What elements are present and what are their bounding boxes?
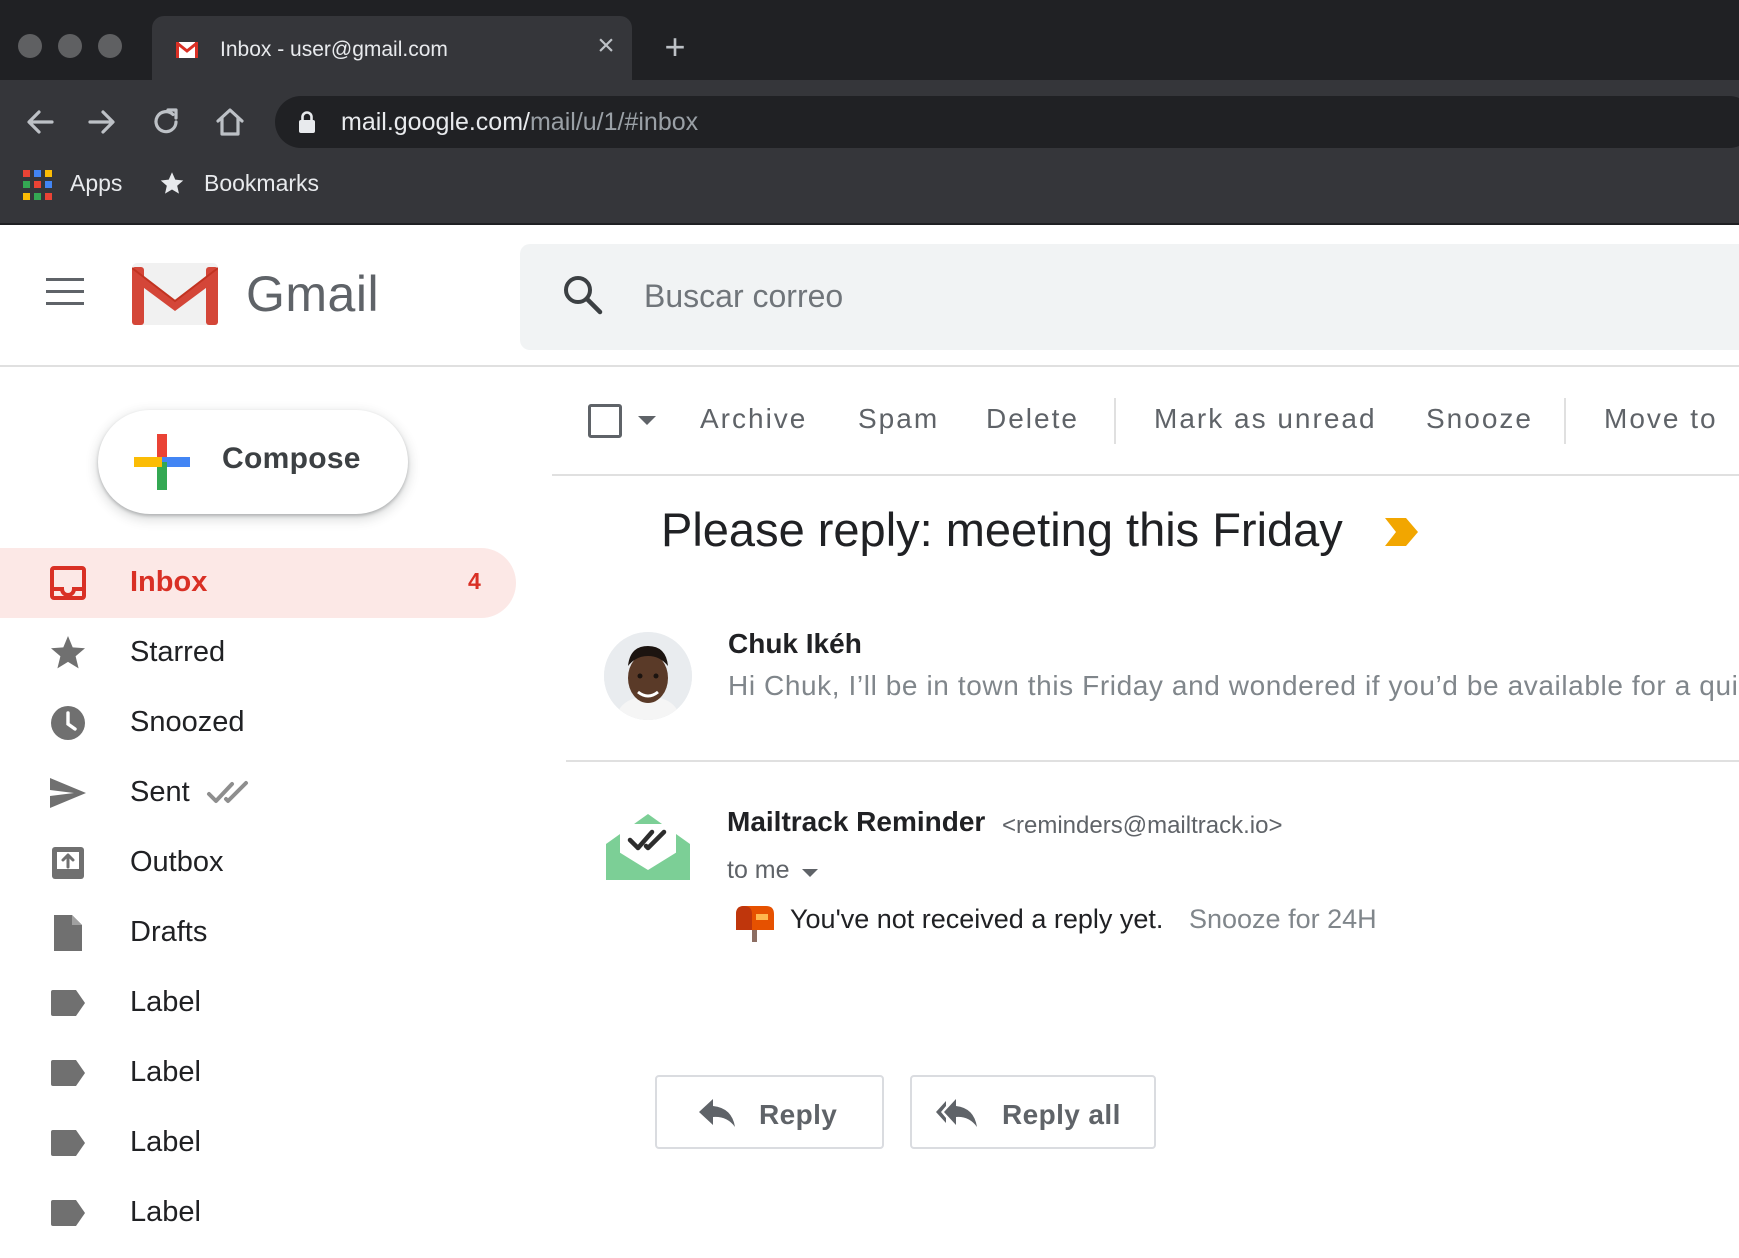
sidebar-item-label-3[interactable]: Label [0, 1108, 516, 1178]
address-bar[interactable]: mail.google.com/mail/u/1/#inbox [275, 96, 1739, 148]
star-icon[interactable] [158, 170, 186, 197]
importance-marker-icon[interactable] [1384, 516, 1420, 548]
reload-icon[interactable] [148, 104, 184, 140]
gmail-header: Gmail [0, 227, 1739, 367]
sidebar-item-label: Label [130, 1196, 201, 1228]
sidebar-item-drafts[interactable]: Drafts [0, 898, 516, 968]
label-icon [51, 1130, 85, 1156]
mark-unread-button[interactable]: Mark as unread [1154, 403, 1377, 435]
window-close-dot[interactable] [18, 34, 42, 58]
spam-button[interactable]: Spam [858, 403, 939, 435]
url-path: mail/u/1/#inbox [529, 108, 699, 136]
sidebar-item-inbox[interactable]: Inbox 4 [0, 548, 516, 618]
back-icon[interactable] [22, 104, 58, 140]
sidebar-item-starred[interactable]: Starred [0, 618, 516, 688]
sidebar-item-snoozed[interactable]: Snoozed [0, 688, 516, 758]
gmail-favicon-icon [176, 42, 198, 58]
new-tab-icon[interactable]: + [658, 29, 692, 65]
bookmark-bookmarks[interactable]: Bookmarks [204, 170, 319, 197]
browser-chrome: Inbox - user@gmail.com × + mail.google.c… [0, 0, 1739, 225]
sender-name: Chuk Ikéh [728, 628, 862, 659]
select-dropdown-caret-icon[interactable] [638, 416, 656, 425]
collapsed-message[interactable]: Chuk Ikéh Hi Chuk, I’ll be in town this … [566, 612, 1739, 762]
browser-tab[interactable]: Inbox - user@gmail.com × [152, 16, 632, 80]
reply-all-button[interactable]: Reply all [910, 1075, 1156, 1149]
url-text: mail.google.com/mail/u/1/#inbox [341, 108, 698, 137]
bookmark-apps[interactable]: Apps [70, 170, 122, 197]
label-icon [51, 1200, 85, 1226]
lock-icon[interactable] [297, 110, 317, 134]
message-body: You've not received a reply yet. [790, 904, 1164, 934]
mailtrack-double-check-icon [207, 781, 248, 803]
tab-title: Inbox - user@gmail.com [220, 38, 448, 61]
sidebar-item-outbox[interactable]: Outbox [0, 828, 516, 898]
select-checkbox[interactable] [588, 404, 622, 438]
draft-icon [54, 915, 82, 951]
url-host: mail.google.com/ [341, 108, 530, 136]
expanded-message: Mailtrack Reminder <reminders@mailtrack.… [566, 790, 1739, 990]
home-icon[interactable] [212, 104, 248, 140]
main-menu-icon[interactable] [46, 278, 84, 308]
sidebar-item-label: Inbox [130, 566, 208, 598]
sidebar-item-label: Snoozed [130, 706, 245, 738]
message-toolbar: Archive Spam Delete Mark as unread Snooz… [552, 368, 1739, 476]
sidebar-item-label: Label [130, 986, 201, 1018]
forward-icon[interactable] [84, 104, 120, 140]
delete-button[interactable]: Delete [986, 403, 1079, 435]
star-icon [51, 636, 85, 669]
sidebar-item-label-4[interactable]: Label [0, 1178, 516, 1248]
bookmarks-bar: Apps Bookmarks [0, 160, 1739, 206]
unread-count-badge: 4 [468, 568, 481, 594]
window-zoom-dot[interactable] [98, 34, 122, 58]
tab-close-icon[interactable]: × [590, 30, 622, 62]
archive-button[interactable]: Archive [700, 403, 807, 435]
reply-all-icon [936, 1099, 977, 1127]
sidebar-item-label: Outbox [130, 846, 224, 878]
label-icon [51, 1060, 85, 1086]
recipient-label[interactable]: to me [727, 856, 790, 885]
sidebar-item-sent[interactable]: Sent [0, 758, 516, 828]
toolbar-divider [1114, 398, 1116, 444]
send-icon [50, 778, 86, 808]
window-minimize-dot[interactable] [58, 34, 82, 58]
compose-button[interactable]: Compose [98, 410, 408, 514]
recipient-details-caret-icon[interactable] [802, 869, 818, 877]
person-avatar-icon [604, 632, 692, 720]
inbox-icon [50, 566, 86, 600]
search-icon[interactable] [562, 274, 604, 316]
sender-name: Mailtrack Reminder [727, 806, 986, 837]
sender-email: <reminders@mailtrack.io> [1002, 812, 1283, 839]
reply-icon [699, 1099, 735, 1127]
search-bar[interactable] [520, 244, 1739, 350]
sender-avatar[interactable] [604, 632, 692, 720]
tab-strip: Inbox - user@gmail.com × + [0, 0, 1739, 80]
sidebar-item-label-2[interactable]: Label [0, 1038, 516, 1108]
gmail-wordmark: Gmail [246, 266, 380, 322]
sidebar-item-label-1[interactable]: Label [0, 968, 516, 1038]
apps-grid-icon[interactable] [23, 170, 53, 200]
compose-plus-icon [134, 434, 190, 490]
gmail-logo-icon[interactable] [132, 263, 218, 325]
snooze-24h-link[interactable]: Snooze for 24H [1189, 904, 1377, 935]
reply-button[interactable]: Reply [655, 1075, 884, 1149]
sidebar-item-label: Starred [130, 636, 226, 668]
outbox-icon [52, 847, 84, 879]
search-input[interactable] [644, 268, 1544, 324]
clock-icon [51, 706, 85, 740]
toolbar-divider [1564, 398, 1566, 444]
sidebar-item-label: Drafts [130, 916, 208, 948]
sidebar-item-label: Label [130, 1126, 201, 1158]
reply-label: Reply [759, 1099, 838, 1130]
move-to-button[interactable]: Move to [1604, 403, 1718, 435]
sidebar-item-label: Label [130, 1056, 201, 1088]
message-snippet: Hi Chuk, I’ll be in town this Friday and… [728, 670, 1739, 701]
mailtrack-avatar-icon[interactable] [602, 810, 694, 880]
label-icon [51, 990, 85, 1016]
compose-label: Compose [222, 442, 361, 475]
thread-subject: Please reply: meeting this Friday [661, 503, 1343, 556]
reply-all-label: Reply all [1002, 1099, 1121, 1130]
mailbox-icon [736, 906, 774, 942]
snooze-button[interactable]: Snooze [1426, 403, 1533, 435]
sidebar-item-label: Sent [130, 776, 190, 808]
